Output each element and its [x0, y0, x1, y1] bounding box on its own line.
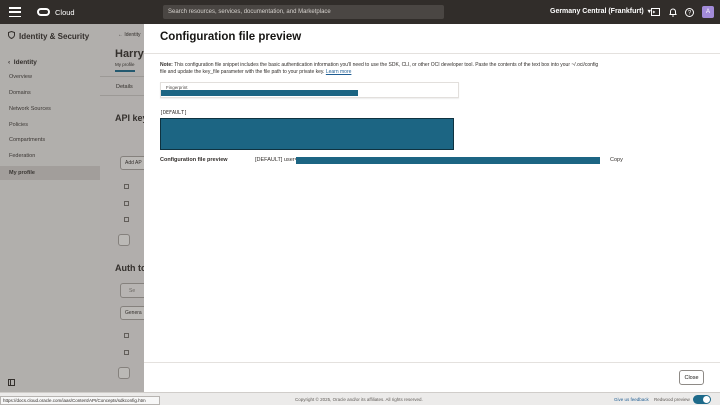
cloud-shell-icon[interactable] [650, 7, 660, 17]
note-label: Note: [160, 62, 173, 68]
search-input[interactable]: Search resources, services, documentatio… [163, 5, 444, 19]
note-text: Note: This configuration file snippet in… [160, 62, 600, 76]
note-body: This configuration file snippet includes… [160, 62, 599, 75]
close-button[interactable]: Close [679, 370, 704, 385]
config-preview-dialog: Configuration file preview Note: This co… [144, 24, 720, 392]
dialog-title: Configuration file preview [160, 31, 302, 43]
modal-overlay[interactable] [0, 24, 144, 392]
oracle-cloud-logo[interactable]: Cloud [37, 8, 75, 17]
redwood-preview-toggle[interactable] [693, 395, 711, 404]
redacted-preview-value [296, 157, 600, 164]
toggle-knob [703, 396, 710, 403]
avatar[interactable]: A [702, 6, 714, 18]
menu-icon[interactable] [9, 7, 21, 17]
redacted-fingerprint [161, 90, 358, 96]
redacted-config-block [160, 118, 454, 150]
redwood-preview-label: Redwood preview [654, 397, 690, 402]
learn-more-link[interactable]: Learn more [326, 69, 352, 75]
copyright-text: Copyright © 2025, Oracle and/or its affi… [295, 397, 423, 402]
region-selector[interactable]: Germany Central (Frankfurt) ▾ [550, 8, 651, 15]
oracle-logo-icon [37, 8, 50, 16]
help-icon[interactable]: ? [684, 7, 694, 17]
region-label: Germany Central (Frankfurt) [550, 8, 644, 15]
feedback-link[interactable]: Give us feedback [614, 397, 649, 402]
preview-label: Configuration file preview [160, 157, 228, 163]
preview-text: [DEFAULT] user= [255, 157, 298, 163]
top-bar: Cloud Search resources, services, docume… [0, 0, 720, 24]
divider [144, 53, 720, 54]
bell-icon[interactable] [668, 7, 678, 17]
copy-link[interactable]: Copy [610, 157, 623, 163]
config-default-header: [DEFAULT] [160, 110, 188, 116]
link-status-bar: https://docs.cloud.oracle.com/iaas/Conte… [0, 396, 160, 405]
brand-label: Cloud [55, 7, 75, 17]
fingerprint-field: Fingerprint [160, 82, 459, 98]
divider [144, 362, 720, 363]
